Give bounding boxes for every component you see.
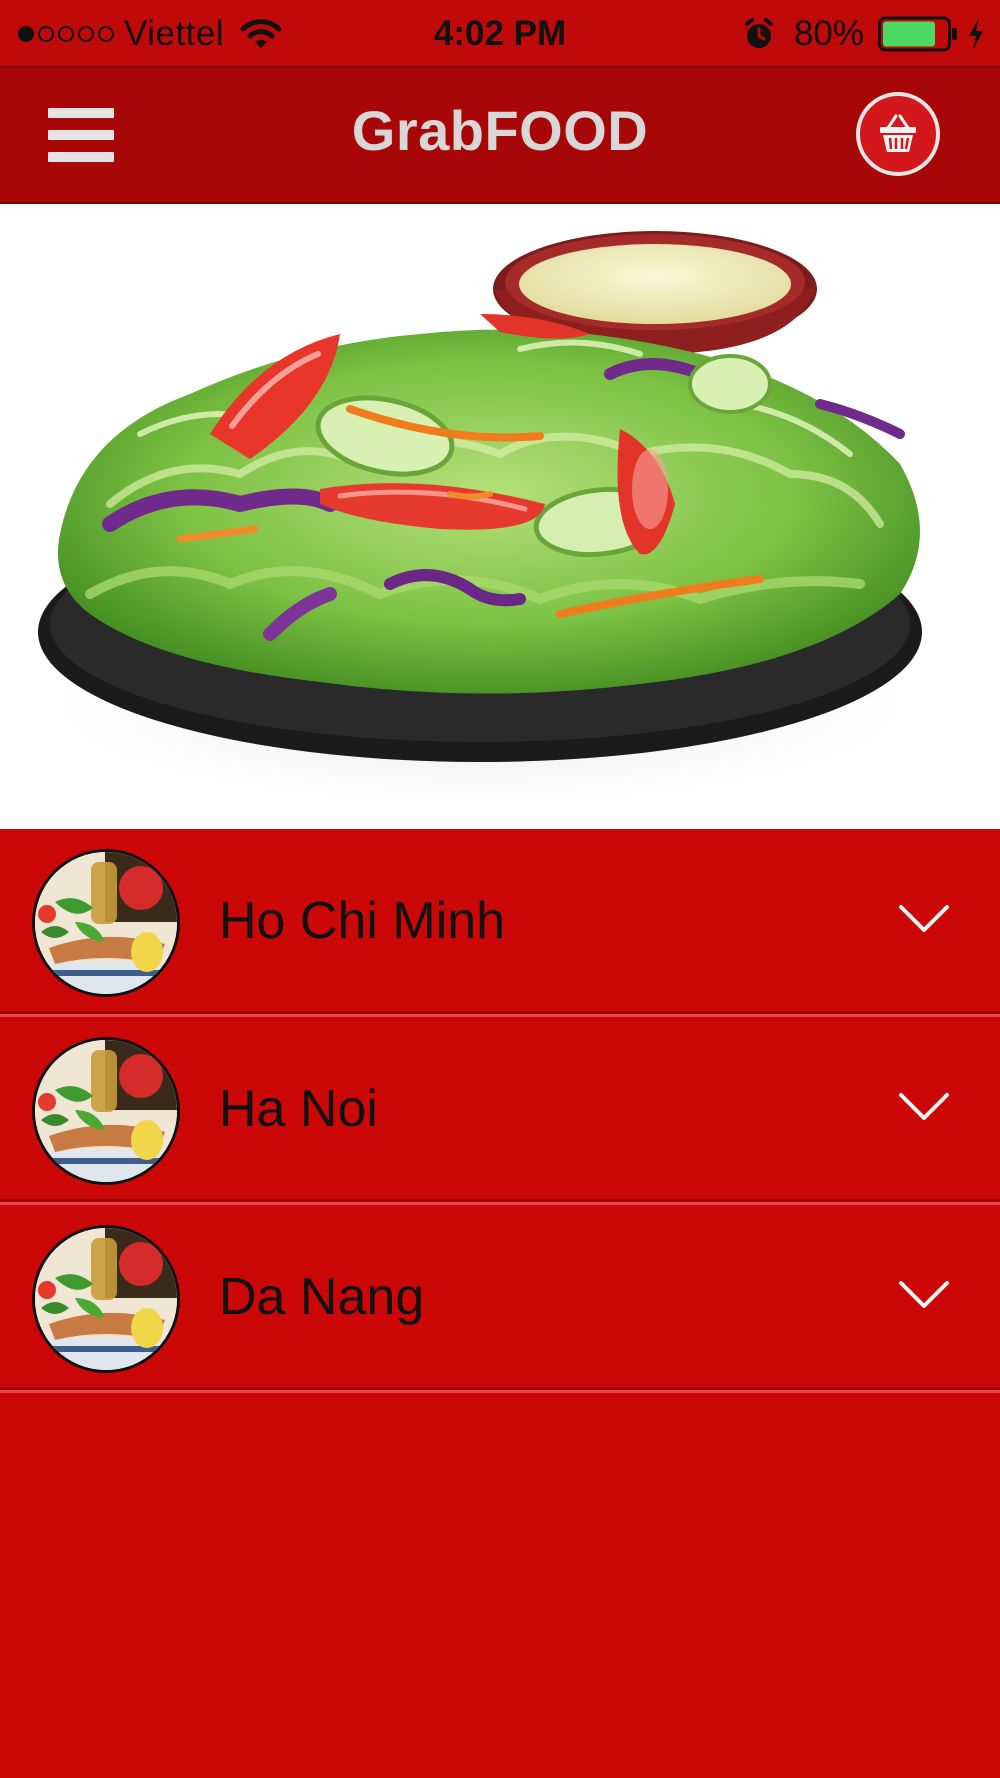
city-row-da-nang[interactable]: Da Nang bbox=[0, 1205, 1000, 1393]
battery-percentage: 80% bbox=[793, 14, 864, 53]
alarm-clock-icon bbox=[744, 18, 773, 48]
battery-icon bbox=[878, 16, 957, 52]
city-row-ha-noi[interactable]: Ha Noi bbox=[0, 1017, 1000, 1205]
salad-plate-illustration bbox=[20, 231, 940, 814]
food-dish-thumbnail bbox=[32, 1037, 180, 1185]
chevron-down-icon[interactable] bbox=[896, 901, 952, 937]
food-dish-thumbnail bbox=[32, 849, 180, 997]
hero-image bbox=[0, 204, 1000, 829]
status-right: 80% bbox=[742, 10, 986, 58]
app-header: GrabFOOD bbox=[0, 66, 1000, 204]
chevron-down-icon[interactable] bbox=[896, 1277, 952, 1313]
cart-button[interactable] bbox=[856, 92, 940, 176]
city-name: Da Nang bbox=[219, 1268, 425, 1326]
chevron-down-icon[interactable] bbox=[896, 1089, 952, 1125]
status-bar: Viettel 4:02 PM 80% bbox=[0, 0, 1000, 66]
shopping-basket-icon bbox=[880, 114, 916, 152]
food-dish-thumbnail bbox=[32, 1225, 180, 1373]
city-list: Ho Chi Minh Ha Noi Da Nang bbox=[0, 829, 1000, 1393]
lightning-bolt-icon bbox=[969, 18, 983, 50]
app-title: GrabFOOD bbox=[351, 99, 649, 162]
city-name: Ho Chi Minh bbox=[219, 892, 506, 950]
city-name: Ha Noi bbox=[219, 1080, 378, 1138]
city-row-ho-chi-minh[interactable]: Ho Chi Minh bbox=[0, 829, 1000, 1017]
